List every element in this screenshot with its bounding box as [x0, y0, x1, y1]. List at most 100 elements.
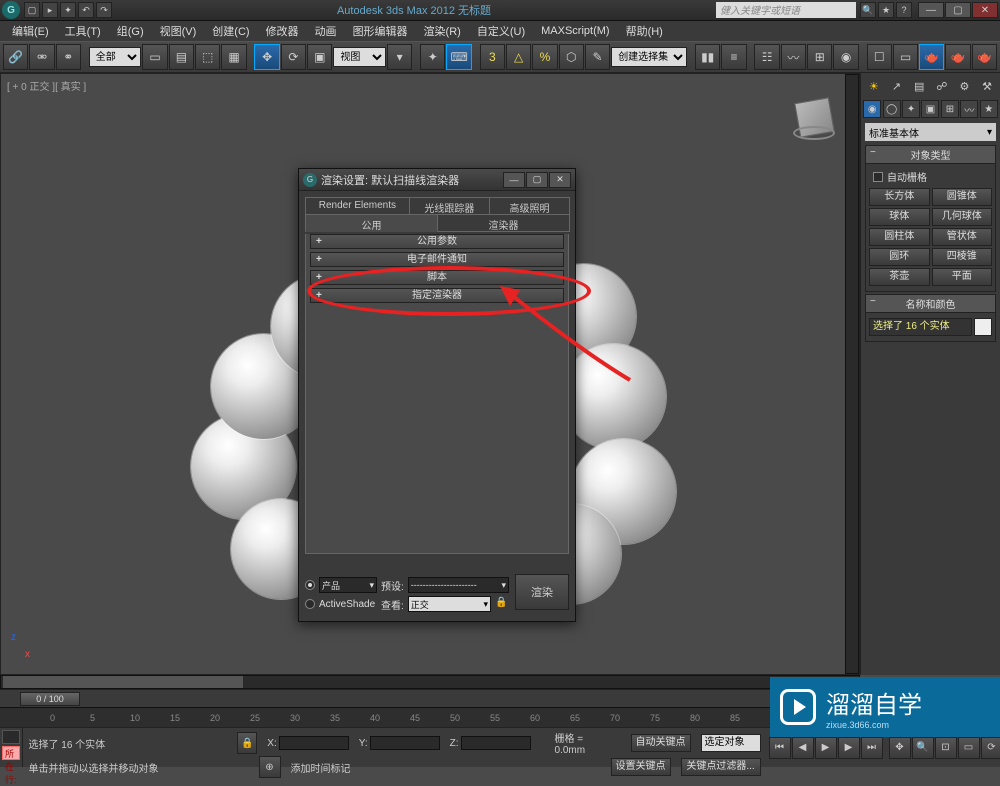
spinner-snap-icon[interactable]: ⬡: [559, 44, 584, 70]
viewport-vscroll[interactable]: [845, 74, 859, 674]
lock-icon[interactable]: 🔒: [495, 597, 509, 611]
menu-graph[interactable]: 图形编辑器: [345, 21, 416, 41]
viewport-label[interactable]: [ + 0 正交 ][ 真实 ]: [7, 78, 86, 93]
product-radio[interactable]: [305, 580, 315, 590]
align-icon[interactable]: ≡: [721, 44, 746, 70]
select-region-icon[interactable]: ⬚: [195, 44, 220, 70]
render-frame-icon[interactable]: ▭: [893, 44, 918, 70]
menu-help[interactable]: 帮助(H): [618, 21, 671, 41]
new-icon[interactable]: ▢: [24, 2, 40, 18]
tab-renderer[interactable]: 渲染器: [437, 214, 570, 232]
rotate-icon[interactable]: ⟳: [281, 44, 306, 70]
menu-create[interactable]: 创建(C): [204, 21, 257, 41]
menu-tools[interactable]: 工具(T): [57, 21, 109, 41]
selkey-dropdown[interactable]: 选定对象: [701, 734, 761, 752]
pan-icon[interactable]: ✥: [889, 737, 911, 759]
layers-icon[interactable]: ☷: [754, 44, 779, 70]
named-selection-dropdown[interactable]: 创建选择集: [611, 47, 687, 67]
plane-button[interactable]: 平面: [932, 268, 993, 286]
select-icon[interactable]: ▭: [142, 44, 167, 70]
list-icon[interactable]: ▤: [911, 78, 927, 94]
snap-3-icon[interactable]: 3: [480, 44, 505, 70]
name-color-rollout-header[interactable]: 名称和颜色: [865, 294, 996, 313]
hammer-icon[interactable]: ⚒: [979, 78, 995, 94]
box-button[interactable]: 长方体: [869, 188, 930, 206]
tube-button[interactable]: 管状体: [932, 228, 993, 246]
dialog-max-button[interactable]: ▢: [526, 172, 548, 188]
help-icon[interactable]: ?: [896, 2, 912, 18]
menu-group[interactable]: 组(G): [109, 21, 152, 41]
menu-edit[interactable]: 编辑(E): [4, 21, 57, 41]
preset-dropdown[interactable]: ----------------------▾: [408, 577, 509, 593]
shapes-tab-icon[interactable]: ◯: [883, 100, 901, 118]
tab-adv-lighting[interactable]: 高级照明: [489, 197, 570, 215]
fov-icon[interactable]: ▭: [958, 737, 980, 759]
keyboard-shortcut-icon[interactable]: ⌨: [446, 44, 471, 70]
maximize-button[interactable]: ▢: [945, 2, 971, 18]
cylinder-button[interactable]: 圆柱体: [869, 228, 930, 246]
window-crossing-icon[interactable]: ▦: [221, 44, 246, 70]
geometry-tab-icon[interactable]: ◉: [863, 100, 881, 118]
render-setup-icon[interactable]: ☐: [867, 44, 892, 70]
systems-tab-icon[interactable]: ★: [980, 100, 998, 118]
select-name-icon[interactable]: ▤: [169, 44, 194, 70]
rollout-email[interactable]: 电子邮件通知: [310, 252, 564, 267]
arrow-icon[interactable]: ↗: [888, 78, 904, 94]
teapot-icon[interactable]: 🫖: [972, 44, 997, 70]
time-slider-handle[interactable]: 0 / 100: [20, 692, 80, 706]
material-editor-icon[interactable]: ◉: [833, 44, 858, 70]
coord-y-input[interactable]: [370, 736, 440, 750]
menu-custom[interactable]: 自定义(U): [469, 21, 533, 41]
gear-icon[interactable]: ⚙: [956, 78, 972, 94]
menu-view[interactable]: 视图(V): [152, 21, 205, 41]
render-button[interactable]: 渲染: [515, 574, 569, 610]
tab-render-elements[interactable]: Render Elements: [305, 197, 410, 215]
rollout-assign-renderer[interactable]: 指定渲染器: [310, 288, 564, 303]
save-icon[interactable]: ✦: [60, 2, 76, 18]
menu-maxscript[interactable]: MAXScript(M): [533, 23, 617, 39]
geometry-type-dropdown[interactable]: 标准基本体▾: [865, 123, 996, 141]
dialog-close-button[interactable]: ✕: [549, 172, 571, 188]
redo-icon[interactable]: ↷: [96, 2, 112, 18]
menu-anim[interactable]: 动画: [307, 21, 345, 41]
geosphere-button[interactable]: 几何球体: [932, 208, 993, 226]
torus-button[interactable]: 圆环: [869, 248, 930, 266]
render-prod-icon[interactable]: 🫖: [945, 44, 970, 70]
close-button[interactable]: ✕: [972, 2, 998, 18]
rollout-scripts[interactable]: 脚本: [310, 270, 564, 285]
tab-raytracer[interactable]: 光线跟踪器: [409, 197, 490, 215]
coord-z-input[interactable]: [461, 736, 531, 750]
lights-tab-icon[interactable]: ✦: [902, 100, 920, 118]
object-name-input[interactable]: 选择了 16 个实体: [869, 318, 972, 336]
refcoord-dropdown[interactable]: 视图: [333, 47, 386, 67]
pivot-icon[interactable]: ▾: [387, 44, 412, 70]
rollout-common-params[interactable]: 公用参数: [310, 234, 564, 249]
product-dropdown[interactable]: 产品▾: [319, 577, 377, 593]
cone-button[interactable]: 圆锥体: [932, 188, 993, 206]
render-icon[interactable]: 🫖: [919, 44, 944, 70]
minimize-button[interactable]: —: [918, 2, 944, 18]
edit-named-sel-icon[interactable]: ✎: [585, 44, 610, 70]
setkey-button[interactable]: 设置关键点: [611, 758, 671, 776]
object-color-swatch[interactable]: [974, 318, 992, 336]
scale-icon[interactable]: ▣: [307, 44, 332, 70]
space-tab-icon[interactable]: 〰: [960, 100, 978, 118]
app-logo-icon[interactable]: G: [2, 1, 20, 19]
autogrid-checkbox[interactable]: 自动栅格: [869, 167, 992, 186]
bind-icon[interactable]: ⚭: [56, 44, 81, 70]
coord-x-input[interactable]: [279, 736, 349, 750]
binoculars-icon[interactable]: 🔍: [860, 2, 876, 18]
undo-icon[interactable]: ↶: [78, 2, 94, 18]
teapot-button[interactable]: 茶壶: [869, 268, 930, 286]
selection-filter-dropdown[interactable]: 全部: [89, 47, 142, 67]
menu-render[interactable]: 渲染(R): [416, 21, 469, 41]
activeshade-radio[interactable]: [305, 599, 315, 609]
move-icon[interactable]: ✥: [254, 44, 279, 70]
object-type-rollout-header[interactable]: 对象类型: [865, 145, 996, 164]
dialog-min-button[interactable]: —: [503, 172, 525, 188]
cameras-tab-icon[interactable]: ▣: [921, 100, 939, 118]
zoom-all-icon[interactable]: ⊡: [935, 737, 957, 759]
timetag-icon[interactable]: ⊕: [259, 756, 281, 778]
mirror-icon[interactable]: ▮▮: [695, 44, 720, 70]
viewcube[interactable]: [789, 94, 839, 144]
